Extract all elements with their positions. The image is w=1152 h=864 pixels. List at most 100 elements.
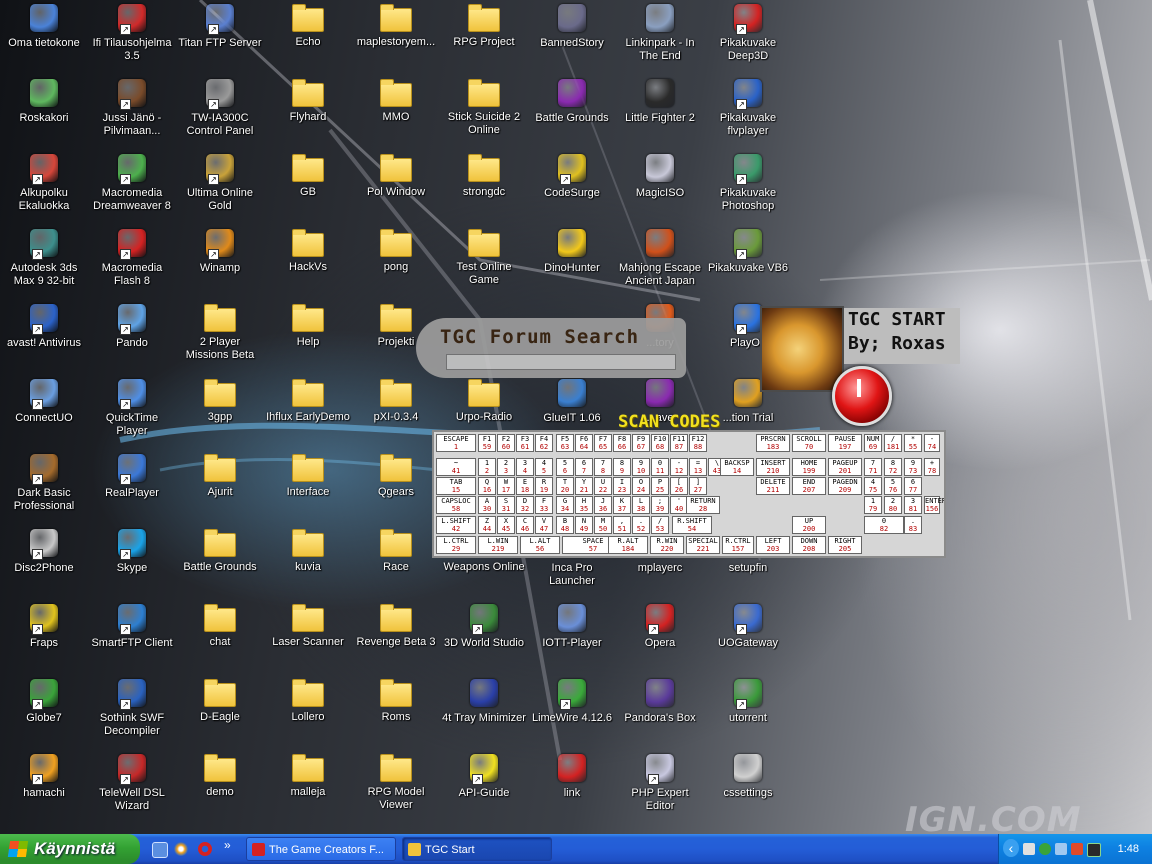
desktop-icon[interactable]: ↗ Ultima Online Gold xyxy=(177,152,263,213)
desktop-icon[interactable]: cssettings xyxy=(705,752,791,800)
desktop-icon[interactable]: Lollero xyxy=(265,677,351,724)
desktop-icon[interactable]: GB xyxy=(265,152,351,199)
desktop-icon[interactable]: Laser Scanner xyxy=(265,602,351,649)
power-icon[interactable] xyxy=(832,366,892,426)
desktop-icon[interactable]: ↗ Globe7 xyxy=(1,677,87,725)
desktop-icon[interactable]: Linkinpark - In The End xyxy=(617,2,703,63)
desktop-icon[interactable]: ↗ Macromedia Dreamweaver 8 xyxy=(89,152,175,213)
desktop-icon[interactable]: ↗ Fraps xyxy=(1,602,87,650)
desktop-icon[interactable]: ↗ ConnectUO xyxy=(1,377,87,425)
desktop-icon[interactable]: Qgears xyxy=(353,452,439,499)
desktop-icon[interactable]: 2 Player Missions Beta xyxy=(177,302,263,362)
media-player-icon[interactable] xyxy=(174,842,188,856)
desktop-icon[interactable]: IOTT-Player xyxy=(529,602,615,650)
desktop-icon[interactable]: ↗ Skype xyxy=(89,527,175,575)
desktop-icon[interactable]: RPG Model Viewer xyxy=(353,752,439,812)
start-button[interactable]: Käynnistä xyxy=(0,834,140,864)
desktop-icon[interactable]: Mahjong Escape Ancient Japan xyxy=(617,227,703,288)
desktop-icon[interactable]: D-Eagle xyxy=(177,677,263,724)
desktop-icon[interactable]: ↗ Opera xyxy=(617,602,703,650)
desktop-icon[interactable]: ↗ QuickTime Player xyxy=(89,377,175,438)
desktop-icon[interactable]: strongdc xyxy=(441,152,527,199)
desktop-icon[interactable]: Ajurit xyxy=(177,452,263,499)
desktop-icon[interactable]: Stick Suicide 2 Online xyxy=(441,77,527,137)
forum-search-input[interactable] xyxy=(446,354,676,370)
desktop-icon[interactable]: RPG Project xyxy=(441,2,527,49)
desktop-icon[interactable]: Little Fighter 2 xyxy=(617,77,703,125)
network-icon[interactable] xyxy=(1055,843,1067,855)
desktop-icon[interactable]: ↗ Ifi Tilausohjelma 3.5 xyxy=(89,2,175,63)
zonealarm-icon[interactable] xyxy=(1023,843,1035,855)
desktop-icon[interactable]: ↗ 3D World Studio xyxy=(441,602,527,650)
desktop-icon[interactable]: Battle Grounds xyxy=(177,527,263,574)
desktop-icon[interactable]: Help xyxy=(265,302,351,349)
desktop-icon[interactable]: Roskakori xyxy=(1,77,87,125)
desktop-icon[interactable]: ↗ CodeSurge xyxy=(529,152,615,200)
desktop-icon[interactable]: Pandora's Box xyxy=(617,677,703,725)
desktop-icon[interactable]: Pol Window xyxy=(353,152,439,199)
desktop-icon[interactable]: kuvia xyxy=(265,527,351,574)
desktop-icon[interactable]: Ihflux EarlyDemo xyxy=(265,377,351,424)
desktop-icon[interactable]: Test Online Game xyxy=(441,227,527,287)
taskbar-button[interactable]: TGC Start xyxy=(402,837,552,861)
desktop-icon[interactable]: 3gpp xyxy=(177,377,263,424)
desktop-icon[interactable]: ↗ LimeWire 4.12.6 xyxy=(529,677,615,725)
desktop-icon[interactable]: ↗ utorrent xyxy=(705,677,791,725)
desktop-icon[interactable]: Oma tietokone xyxy=(1,2,87,50)
desktop-icon[interactable]: Urpo-Radio xyxy=(441,377,527,424)
desktop-icon[interactable]: ↗ Pikakuvake VB6 xyxy=(705,227,791,275)
desktop-icon[interactable]: pong xyxy=(353,227,439,274)
opera-icon[interactable] xyxy=(198,842,212,856)
desktop-icon[interactable]: Echo xyxy=(265,2,351,49)
desktop-icon[interactable]: DinoHunter xyxy=(529,227,615,275)
desktop-icon[interactable]: demo xyxy=(177,752,263,799)
desktop-icon[interactable]: ↗ SmartFTP Client xyxy=(89,602,175,650)
desktop-icon[interactable]: Interface xyxy=(265,452,351,499)
desktop-icon[interactable]: ↗ TW-IA300C Control Panel xyxy=(177,77,263,138)
desktop-icon[interactable]: GlueIT 1.06 xyxy=(529,377,615,425)
desktop-icon[interactable]: ↗ Alkupolku Ekaluokka xyxy=(1,152,87,213)
desktop-icon[interactable]: pXI-0.3.4 xyxy=(353,377,439,424)
desktop-icon[interactable]: MagicISO xyxy=(617,152,703,200)
desktop-icon[interactable]: Battle Grounds xyxy=(529,77,615,125)
battery-icon[interactable] xyxy=(1087,843,1101,857)
desktop-icon[interactable]: ↗ Pikakuvake flvplayer xyxy=(705,77,791,138)
desktop-icon[interactable]: chat xyxy=(177,602,263,649)
desktop-icon[interactable]: ↗ Winamp xyxy=(177,227,263,275)
desktop-icon[interactable]: ↗ avast! Antivirus xyxy=(1,302,87,350)
desktop-icon[interactable]: ↗ Sothink SWF Decompiler xyxy=(89,677,175,738)
taskbar-button[interactable]: The Game Creators F... xyxy=(246,837,396,861)
desktop-icon[interactable]: ↗ API-Guide xyxy=(441,752,527,800)
desktop-icon[interactable]: BannedStory xyxy=(529,2,615,50)
desktop-icon[interactable]: ↗ Pando xyxy=(89,302,175,350)
desktop-icon[interactable]: ↗ Titan FTP Server xyxy=(177,2,263,50)
tray-expand-button[interactable]: ‹ xyxy=(1003,839,1019,857)
desktop-icon[interactable]: link xyxy=(529,752,615,800)
desktop-icon[interactable]: Revenge Beta 3 xyxy=(353,602,439,649)
desktop-icon[interactable]: ↗ Dark Basic Professional xyxy=(1,452,87,513)
desktop-icon[interactable]: Race xyxy=(353,527,439,574)
desktop-icon[interactable]: ↗ hamachi xyxy=(1,752,87,800)
desktop-icon[interactable]: maplestoryem... xyxy=(353,2,439,49)
show-desktop-icon[interactable] xyxy=(152,842,168,858)
desktop-icon[interactable]: ↗ Pikakuvake Deep3D xyxy=(705,2,791,63)
desktop-icon[interactable]: ↗ Macromedia Flash 8 xyxy=(89,227,175,288)
hamachi-tray-icon[interactable] xyxy=(1071,843,1083,855)
desktop-icon[interactable]: 4t Tray Minimizer xyxy=(441,677,527,725)
desktop-icon[interactable]: ↗ Jussi Jänö - Pilvimaan... xyxy=(89,77,175,138)
desktop-icon[interactable]: ↗ PHP Expert Editor xyxy=(617,752,703,813)
desktop-icon[interactable]: HackVs xyxy=(265,227,351,274)
desktop-icon[interactable]: ↗ Autodesk 3ds Max 9 32-bit xyxy=(1,227,87,288)
desktop-icon[interactable]: ↗ Pikakuvake Photoshop xyxy=(705,152,791,213)
desktop-icon[interactable]: MMO xyxy=(353,77,439,124)
quick-launch-more[interactable]: » xyxy=(224,838,231,852)
user-icon[interactable] xyxy=(1039,843,1051,855)
taskbar-clock[interactable]: 1:48 xyxy=(1118,834,1139,864)
desktop-icon[interactable]: ↗ Disc2Phone xyxy=(1,527,87,575)
desktop-icon[interactable]: ↗ RealPlayer xyxy=(89,452,175,500)
desktop-icon[interactable]: ↗ UOGateway xyxy=(705,602,791,650)
desktop-icon[interactable]: malleja xyxy=(265,752,351,799)
desktop-icon[interactable]: Flyhard xyxy=(265,77,351,124)
desktop-icon[interactable]: ↗ TeleWell DSL Wizard xyxy=(89,752,175,813)
desktop-icon[interactable]: Roms xyxy=(353,677,439,724)
